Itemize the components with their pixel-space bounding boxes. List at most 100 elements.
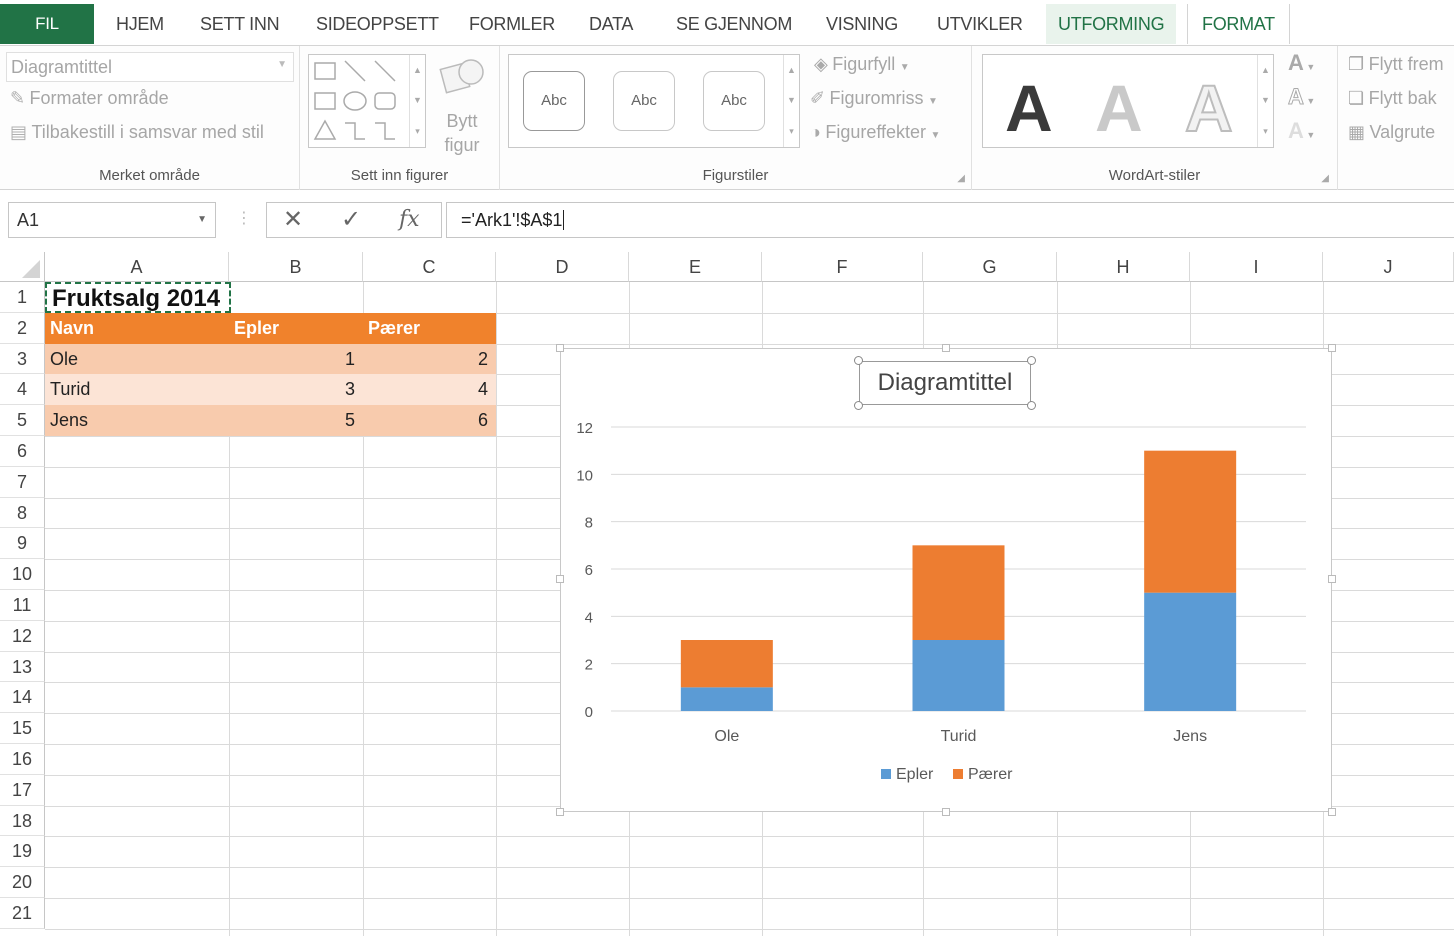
shapes-gallery[interactable]: ▲ ▼ ▾	[308, 54, 426, 148]
shape-style-1[interactable]: Abc	[523, 71, 585, 131]
bar-p-rer-ole[interactable]	[680, 640, 773, 688]
row-header-13[interactable]: 13	[0, 651, 45, 683]
row-header-11[interactable]: 11	[0, 590, 45, 621]
resize-handle[interactable]	[1027, 401, 1036, 410]
tab-file[interactable]: FIL	[0, 4, 94, 44]
resize-handle[interactable]	[942, 344, 950, 352]
bar-p-rer-turid[interactable]	[912, 545, 1005, 640]
wordart-gallery[interactable]: A A A ▲ ▼ ▾	[982, 54, 1274, 148]
bar-epler-jens[interactable]	[1144, 592, 1237, 711]
table-cell[interactable]: 3	[229, 374, 363, 406]
tab-view[interactable]: VISNING	[826, 4, 898, 44]
wordart-style-3[interactable]: A	[1184, 72, 1234, 144]
tab-developer[interactable]: UTVIKLER	[937, 4, 1023, 44]
tab-data[interactable]: DATA	[589, 4, 633, 44]
change-shape-button[interactable]: Bytt figur	[434, 54, 490, 157]
resize-handle[interactable]	[942, 808, 950, 816]
select-all-button[interactable]	[0, 252, 45, 282]
legend-swatch[interactable]	[881, 769, 891, 779]
table-cell[interactable]: 4	[363, 374, 496, 406]
shape-outline-button[interactable]: ✐ Figuromriss ▼	[810, 88, 938, 109]
table-header-cell[interactable]: Navn	[45, 312, 229, 344]
table-header-cell[interactable]: Pærer	[363, 312, 496, 344]
row-header-7[interactable]: 7	[0, 466, 45, 498]
name-box[interactable]: A1 ▼	[8, 202, 216, 238]
row-header-4[interactable]: 4	[0, 374, 45, 406]
dialog-launcher-icon[interactable]: ◢	[957, 173, 965, 184]
tab-format[interactable]: FORMAT	[1187, 4, 1290, 44]
table-cell[interactable]: 5	[229, 405, 363, 436]
row-header-14[interactable]: 14	[0, 682, 45, 714]
column-header-i[interactable]: I	[1190, 252, 1323, 282]
column-header-h[interactable]: H	[1057, 252, 1190, 282]
formula-input[interactable]: ='Ark1'!$A$1	[446, 202, 1454, 238]
text-effects-button[interactable]: A ▼	[1288, 118, 1315, 144]
table-cell[interactable]: 2	[363, 343, 496, 375]
resize-handle[interactable]	[1328, 575, 1336, 583]
shape-style-2[interactable]: Abc	[613, 71, 675, 131]
row-header-12[interactable]: 12	[0, 620, 45, 652]
column-header-d[interactable]: D	[496, 252, 629, 282]
format-selection-button[interactable]: ✎ Formater område	[10, 88, 169, 109]
tab-formulas[interactable]: FORMLER	[469, 4, 555, 44]
selection-pane-button[interactable]: ▦ Valgrute	[1348, 122, 1435, 143]
cancel-icon[interactable]: ✕	[283, 205, 303, 235]
dialog-launcher-icon[interactable]: ◢	[1321, 173, 1329, 184]
column-header-b[interactable]: B	[229, 252, 363, 282]
chart-area[interactable]: 0 2 4 6 8 10 12 Ole Turid Jens Epler Pærer Diagramt…	[556, 344, 1336, 816]
row-header-2[interactable]: 2	[0, 312, 45, 344]
column-header-j[interactable]: J	[1323, 252, 1454, 282]
text-outline-button[interactable]: A ▼	[1288, 84, 1316, 110]
bar-epler-ole[interactable]	[680, 687, 773, 711]
row-header-19[interactable]: 19	[0, 836, 45, 868]
wordart-style-2[interactable]: A	[1095, 73, 1143, 143]
insert-function-icon[interactable]: fx	[399, 205, 420, 235]
reset-to-match-style-button[interactable]: ▤ Tilbakestill i samsvar med stil	[10, 122, 264, 143]
row-header-9[interactable]: 9	[0, 528, 45, 560]
shape-fill-button[interactable]: ◈ Figurfyll ▼	[814, 54, 910, 75]
row-header-21[interactable]: 21	[0, 898, 45, 929]
table-cell[interactable]: Turid	[45, 374, 229, 406]
row-header-15[interactable]: 15	[0, 713, 45, 744]
row-header-8[interactable]: 8	[0, 497, 45, 529]
tab-insert[interactable]: SETT INN	[200, 4, 280, 44]
table-cell[interactable]: Jens	[45, 405, 229, 436]
row-header-16[interactable]: 16	[0, 744, 45, 775]
table-cell[interactable]: 6	[363, 405, 496, 436]
row-header-10[interactable]: 10	[0, 559, 45, 590]
row-header-6[interactable]: 6	[0, 436, 45, 467]
tab-page-layout[interactable]: SIDEOPPSETT	[316, 4, 439, 44]
row-header-17[interactable]: 17	[0, 774, 45, 806]
column-header-f[interactable]: F	[762, 252, 923, 282]
cell-a1[interactable]: Fruktsalg 2014	[45, 282, 231, 313]
resize-handle[interactable]	[1328, 808, 1336, 816]
row-header-20[interactable]: 20	[0, 867, 45, 898]
table-cell[interactable]: Ole	[45, 343, 229, 375]
tab-review[interactable]: SE GJENNOM	[676, 4, 792, 44]
legend-swatch[interactable]	[953, 769, 963, 779]
resize-handle[interactable]	[1027, 356, 1036, 365]
table-cell[interactable]: 1	[229, 343, 363, 375]
resize-handle[interactable]	[1328, 344, 1336, 352]
resize-handle[interactable]	[556, 808, 564, 816]
row-header-3[interactable]: 3	[0, 343, 45, 375]
text-fill-button[interactable]: A ▼	[1288, 50, 1315, 76]
tab-design[interactable]: UTFORMING	[1046, 4, 1177, 44]
grip-icon[interactable]: ⋮	[236, 208, 252, 228]
row-header-18[interactable]: 18	[0, 805, 45, 837]
shape-effects-button[interactable]: ◑ Figureffekter ▼	[810, 122, 940, 143]
column-header-g[interactable]: G	[923, 252, 1057, 282]
resize-handle[interactable]	[556, 344, 564, 352]
resize-handle[interactable]	[556, 575, 564, 583]
enter-icon[interactable]: ✓	[341, 205, 361, 235]
bring-forward-button[interactable]: ❐ Flytt frem	[1348, 54, 1444, 75]
shape-styles-gallery[interactable]: Abc Abc Abc ▲ ▼ ▾	[508, 54, 800, 148]
chart-elements-dropdown[interactable]: Diagramtittel ▼	[6, 52, 294, 82]
resize-handle[interactable]	[854, 401, 863, 410]
bar-p-rer-jens[interactable]	[1144, 450, 1237, 593]
row-header-5[interactable]: 5	[0, 405, 45, 436]
row-header-1[interactable]: 1	[0, 282, 45, 313]
send-backward-button[interactable]: ❏ Flytt bak	[1348, 88, 1437, 109]
wordart-style-1[interactable]: A	[1005, 73, 1053, 143]
column-header-e[interactable]: E	[629, 252, 762, 282]
